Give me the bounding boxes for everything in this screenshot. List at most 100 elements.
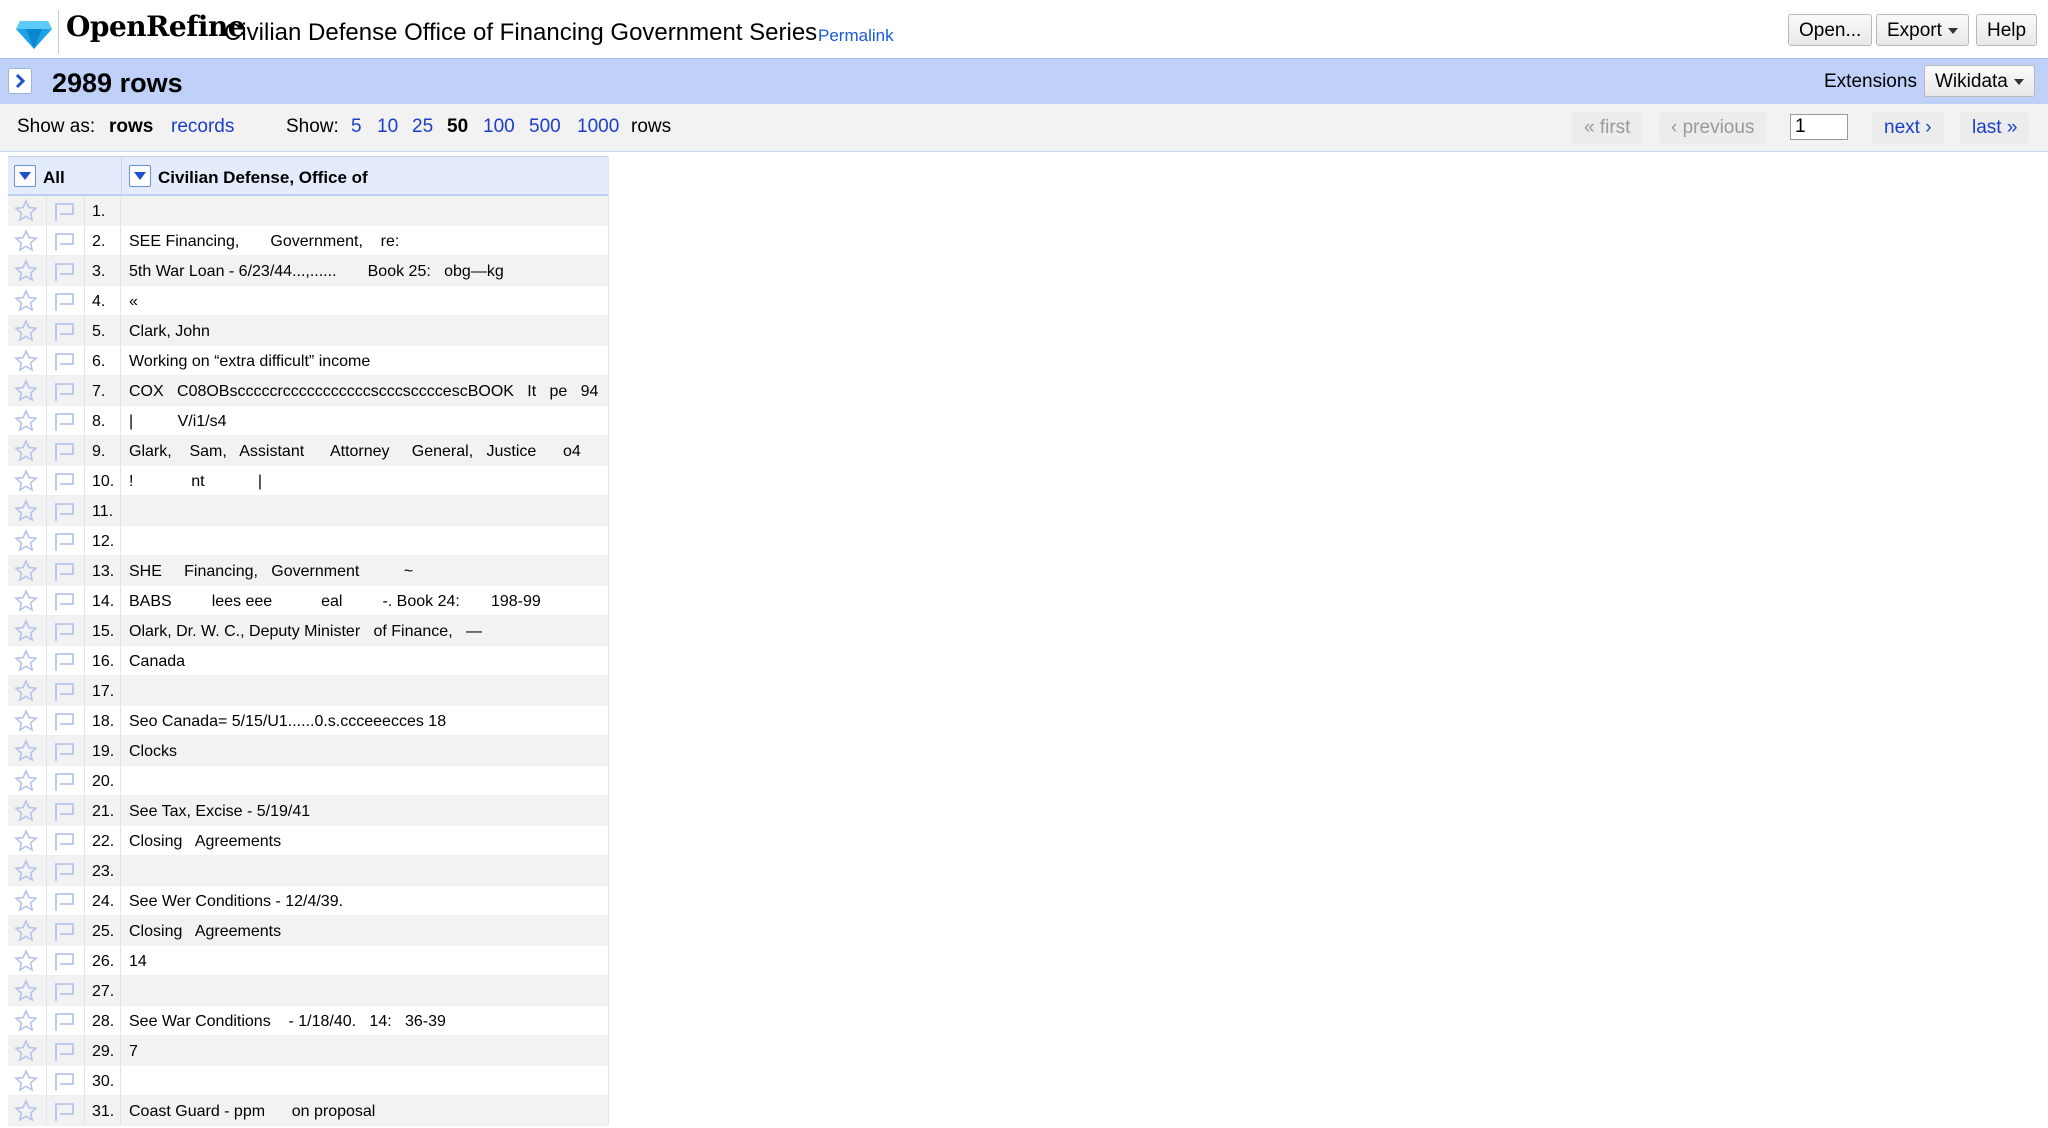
show-as-records[interactable]: records <box>171 116 234 138</box>
star-icon[interactable] <box>14 949 38 978</box>
star-icon[interactable] <box>14 199 38 228</box>
flag-icon[interactable] <box>53 650 77 677</box>
help-button[interactable]: Help <box>1976 14 2038 46</box>
flag-icon[interactable] <box>53 230 77 257</box>
star-icon[interactable] <box>14 229 38 258</box>
star-icon[interactable] <box>14 409 38 438</box>
flag-icon[interactable] <box>53 980 77 1007</box>
flag-icon[interactable] <box>53 470 77 497</box>
star-icon[interactable] <box>14 769 38 798</box>
cell-value[interactable]: SEE Financing, Government, re: <box>129 233 399 251</box>
flag-icon[interactable] <box>53 890 77 917</box>
page-size-25[interactable]: 25 <box>412 116 433 138</box>
show-as-rows[interactable]: rows <box>109 116 153 138</box>
flag-icon[interactable] <box>53 200 77 227</box>
column-dropdown-icon[interactable] <box>129 165 151 187</box>
flag-icon[interactable] <box>53 740 77 767</box>
flag-icon[interactable] <box>53 560 77 587</box>
cell-value[interactable]: Seo Canada= 5/15/U1......0.s.ccceeecces … <box>129 713 446 731</box>
star-icon[interactable] <box>14 1009 38 1038</box>
page-size-50[interactable]: 50 <box>447 116 468 138</box>
flag-icon[interactable] <box>53 410 77 437</box>
permalink-link[interactable]: Permalink <box>818 26 894 46</box>
star-icon[interactable] <box>14 319 38 348</box>
star-icon[interactable] <box>14 799 38 828</box>
star-icon[interactable] <box>14 1099 38 1128</box>
cell-value[interactable]: Olark, Dr. W. C., Deputy Minister of Fin… <box>129 623 482 641</box>
star-icon[interactable] <box>14 439 38 468</box>
star-icon[interactable] <box>14 889 38 918</box>
flag-icon[interactable] <box>53 1040 77 1067</box>
last-page-button[interactable]: last » <box>1960 112 2030 144</box>
flag-icon[interactable] <box>53 260 77 287</box>
cell-value[interactable]: Clark, John <box>129 323 210 341</box>
star-icon[interactable] <box>14 1039 38 1068</box>
flag-icon[interactable] <box>53 1010 77 1037</box>
cell-value[interactable]: BABS lees eee eal -. Book 24: 198-99 <box>129 593 541 611</box>
first-page-button[interactable]: « first <box>1572 112 1643 144</box>
flag-icon[interactable] <box>53 590 77 617</box>
cell-value[interactable]: 5th War Loan - 6/23/44...,...... Book 25… <box>129 263 504 281</box>
cell-value[interactable]: Canada <box>129 653 185 671</box>
flag-icon[interactable] <box>53 860 77 887</box>
cell-value[interactable]: Closing Agreements <box>129 923 281 941</box>
cell-value[interactable]: 14 <box>129 953 147 971</box>
star-icon[interactable] <box>14 559 38 588</box>
flag-icon[interactable] <box>53 680 77 707</box>
star-icon[interactable] <box>14 739 38 768</box>
cell-value[interactable]: | V/i1/s4 <box>129 413 227 431</box>
page-size-500[interactable]: 500 <box>529 116 561 138</box>
star-icon[interactable] <box>14 469 38 498</box>
cell-value[interactable]: Working on “extra difficult” income <box>129 353 370 371</box>
star-icon[interactable] <box>14 529 38 558</box>
star-icon[interactable] <box>14 1069 38 1098</box>
all-columns-dropdown-icon[interactable] <box>14 165 36 187</box>
flag-icon[interactable] <box>53 920 77 947</box>
toggle-left-panel-button[interactable] <box>8 68 32 94</box>
star-icon[interactable] <box>14 589 38 618</box>
flag-icon[interactable] <box>53 620 77 647</box>
flag-icon[interactable] <box>53 290 77 317</box>
star-icon[interactable] <box>14 919 38 948</box>
flag-icon[interactable] <box>53 770 77 797</box>
star-icon[interactable] <box>14 859 38 888</box>
flag-icon[interactable] <box>53 530 77 557</box>
flag-icon[interactable] <box>53 440 77 467</box>
column-header-label[interactable]: Civilian Defense, Office of <box>158 168 368 188</box>
cell-value[interactable]: SHE Financing, Government ~ <box>129 563 413 581</box>
previous-page-button[interactable]: ‹ previous <box>1659 112 1767 144</box>
cell-value[interactable]: See War Conditions - 1/18/40. 14: 36-39 <box>129 1013 446 1031</box>
cell-value[interactable]: See Tax, Excise - 5/19/41 <box>129 803 310 821</box>
flag-icon[interactable] <box>53 830 77 857</box>
cell-value[interactable]: Clocks <box>129 743 177 761</box>
page-number-input[interactable] <box>1790 114 1848 140</box>
page-size-100[interactable]: 100 <box>483 116 515 138</box>
cell-value[interactable]: Glark, Sam, Assistant Attorney General, … <box>129 443 581 461</box>
cell-value[interactable]: Closing Agreements <box>129 833 281 851</box>
flag-icon[interactable] <box>53 350 77 377</box>
cell-value[interactable]: COX C08OBscccccrcccccccccccscccsccccescB… <box>129 383 598 401</box>
cell-value[interactable]: ! nt | <box>129 473 262 491</box>
star-icon[interactable] <box>14 379 38 408</box>
flag-icon[interactable] <box>53 320 77 347</box>
cell-value[interactable]: See Wer Conditions - 12/4/39. <box>129 893 343 911</box>
open-button[interactable]: Open... <box>1788 14 1873 46</box>
star-icon[interactable] <box>14 259 38 288</box>
cell-value[interactable]: Coast Guard - ppm on proposal <box>129 1103 375 1121</box>
flag-icon[interactable] <box>53 500 77 527</box>
page-size-1000[interactable]: 1000 <box>577 116 619 138</box>
cell-value[interactable]: 7 <box>129 1043 138 1061</box>
flag-icon[interactable] <box>53 1100 77 1127</box>
star-icon[interactable] <box>14 979 38 1008</box>
project-name[interactable]: Civilian Defense Office of Financing Gov… <box>224 19 817 47</box>
flag-icon[interactable] <box>53 710 77 737</box>
star-icon[interactable] <box>14 829 38 858</box>
flag-icon[interactable] <box>53 1070 77 1097</box>
star-icon[interactable] <box>14 709 38 738</box>
star-icon[interactable] <box>14 619 38 648</box>
flag-icon[interactable] <box>53 380 77 407</box>
wikidata-button[interactable]: Wikidata <box>1924 65 2035 97</box>
flag-icon[interactable] <box>53 800 77 827</box>
cell-value[interactable]: « <box>129 293 138 311</box>
page-size-5[interactable]: 5 <box>351 116 362 138</box>
